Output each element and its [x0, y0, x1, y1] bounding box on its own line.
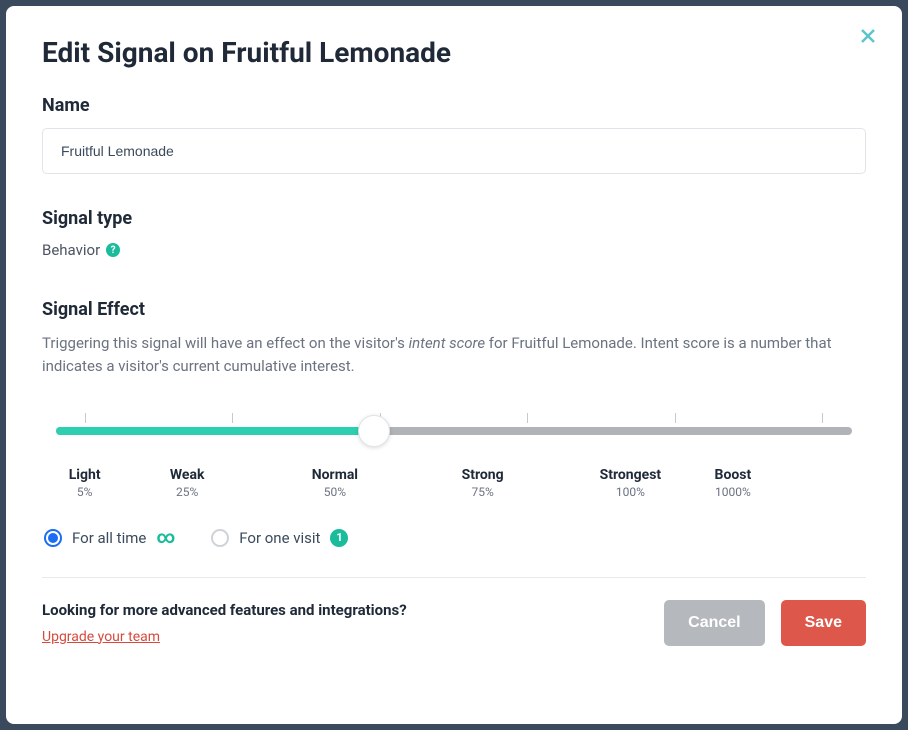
name-input[interactable] — [42, 128, 866, 174]
slider-stop-pct: 50% — [261, 485, 409, 499]
modal-title: Edit Signal on Fruitful Lemonade — [42, 36, 866, 69]
slider-stop-pct: 5% — [56, 485, 113, 499]
slider-handle[interactable] — [358, 415, 390, 447]
signal-type-label: Signal type — [42, 208, 866, 229]
advanced-features-prompt: Looking for more advanced features and i… — [42, 601, 407, 619]
divider — [42, 577, 866, 578]
slider-stop-label: Light — [56, 467, 113, 483]
duration-one-visit-label: For one visit — [239, 529, 320, 547]
edit-signal-modal: Edit Signal on Fruitful Lemonade Name Si… — [6, 6, 902, 724]
cancel-button[interactable]: Cancel — [664, 600, 764, 646]
close-icon — [860, 28, 876, 44]
save-button[interactable]: Save — [781, 600, 866, 646]
slider-stop-pct: 1000% — [704, 485, 761, 499]
signal-type-value: Behavior — [42, 241, 100, 259]
slider-stop-pct: 75% — [409, 485, 557, 499]
duration-one-visit-option[interactable]: For one visit 1 — [211, 529, 348, 547]
signal-effect-description: Triggering this signal will have an effe… — [42, 332, 866, 379]
help-icon[interactable]: ? — [106, 243, 120, 257]
duration-all-time-label: For all time — [72, 529, 146, 547]
slider-stop-pct: 100% — [557, 485, 705, 499]
slider-stop-label: Boost — [704, 467, 761, 483]
signal-effect-slider[interactable]: Light 5% Weak 25% Normal 50% Strong 75% … — [56, 407, 852, 503]
slider-stop-label: Strongest — [557, 467, 705, 483]
radio-unselected-icon — [211, 529, 229, 547]
slider-stop-label: Strong — [409, 467, 557, 483]
duration-radio-group: For all time ∞ For one visit 1 — [42, 529, 866, 547]
slider-ticks — [56, 413, 852, 427]
slider-stop-label: Weak — [113, 467, 261, 483]
slider-stop-pct: 25% — [113, 485, 261, 499]
close-button[interactable] — [858, 26, 878, 46]
slider-labels: Light 5% Weak 25% Normal 50% Strong 75% … — [56, 467, 852, 499]
signal-effect-label: Signal Effect — [42, 299, 866, 320]
radio-selected-icon — [44, 529, 62, 547]
one-visit-badge-icon: 1 — [330, 529, 348, 547]
duration-all-time-option[interactable]: For all time ∞ — [44, 529, 175, 547]
signal-type-value-row: Behavior ? — [42, 241, 866, 259]
slider-stop-label: Normal — [261, 467, 409, 483]
upgrade-team-link[interactable]: Upgrade your team — [42, 629, 407, 645]
infinity-icon: ∞ — [156, 529, 175, 547]
modal-footer: Looking for more advanced features and i… — [42, 600, 866, 646]
name-label: Name — [42, 95, 866, 116]
slider-track-fill — [56, 427, 374, 435]
